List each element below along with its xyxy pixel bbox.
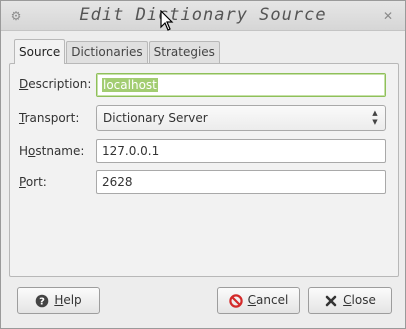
titlebar[interactable]: ⚙ Edit Dictionary Source ✕ [1, 1, 405, 31]
hostname-label: Hostname: [19, 144, 85, 158]
dialog-window: ⚙ Edit Dictionary Source ✕ Source Dictio… [0, 0, 406, 329]
cancel-icon [228, 293, 243, 308]
svg-text:?: ? [39, 296, 45, 307]
help-button[interactable]: ? Help [17, 287, 100, 314]
cancel-button[interactable]: Cancel [217, 287, 300, 314]
hostname-field[interactable]: 127.0.0.1 [96, 139, 386, 163]
description-field[interactable]: localhost [96, 73, 386, 97]
description-label: Description: [19, 77, 92, 91]
tab-source[interactable]: Source [14, 39, 66, 64]
tab-bar: Source Dictionaries Strategies [14, 39, 221, 64]
cancel-label: Cancel [247, 293, 289, 307]
tab-dictionaries[interactable]: Dictionaries [66, 41, 148, 63]
tab-strategies[interactable]: Strategies [148, 41, 220, 63]
transport-select[interactable]: Dictionary Server ▲ ▼ [96, 105, 386, 131]
port-value: 2628 [102, 175, 133, 189]
window-title: Edit Dictionary Source [79, 5, 327, 25]
transport-value: Dictionary Server [103, 111, 208, 125]
select-arrows-icon: ▲ ▼ [372, 109, 378, 126]
description-value: localhost [102, 78, 158, 92]
help-label: Help [54, 293, 82, 307]
window-close-icon[interactable]: ✕ [381, 9, 395, 23]
close-button[interactable]: Close [308, 287, 392, 314]
transport-label: Transport: [19, 111, 80, 125]
port-label: Port: [19, 175, 47, 189]
port-field[interactable]: 2628 [96, 170, 386, 194]
close-label: Close [343, 293, 376, 307]
mouse-cursor-icon [160, 10, 174, 31]
hostname-value: 127.0.0.1 [102, 144, 160, 158]
help-icon: ? [36, 294, 49, 307]
close-x-icon [325, 295, 337, 306]
